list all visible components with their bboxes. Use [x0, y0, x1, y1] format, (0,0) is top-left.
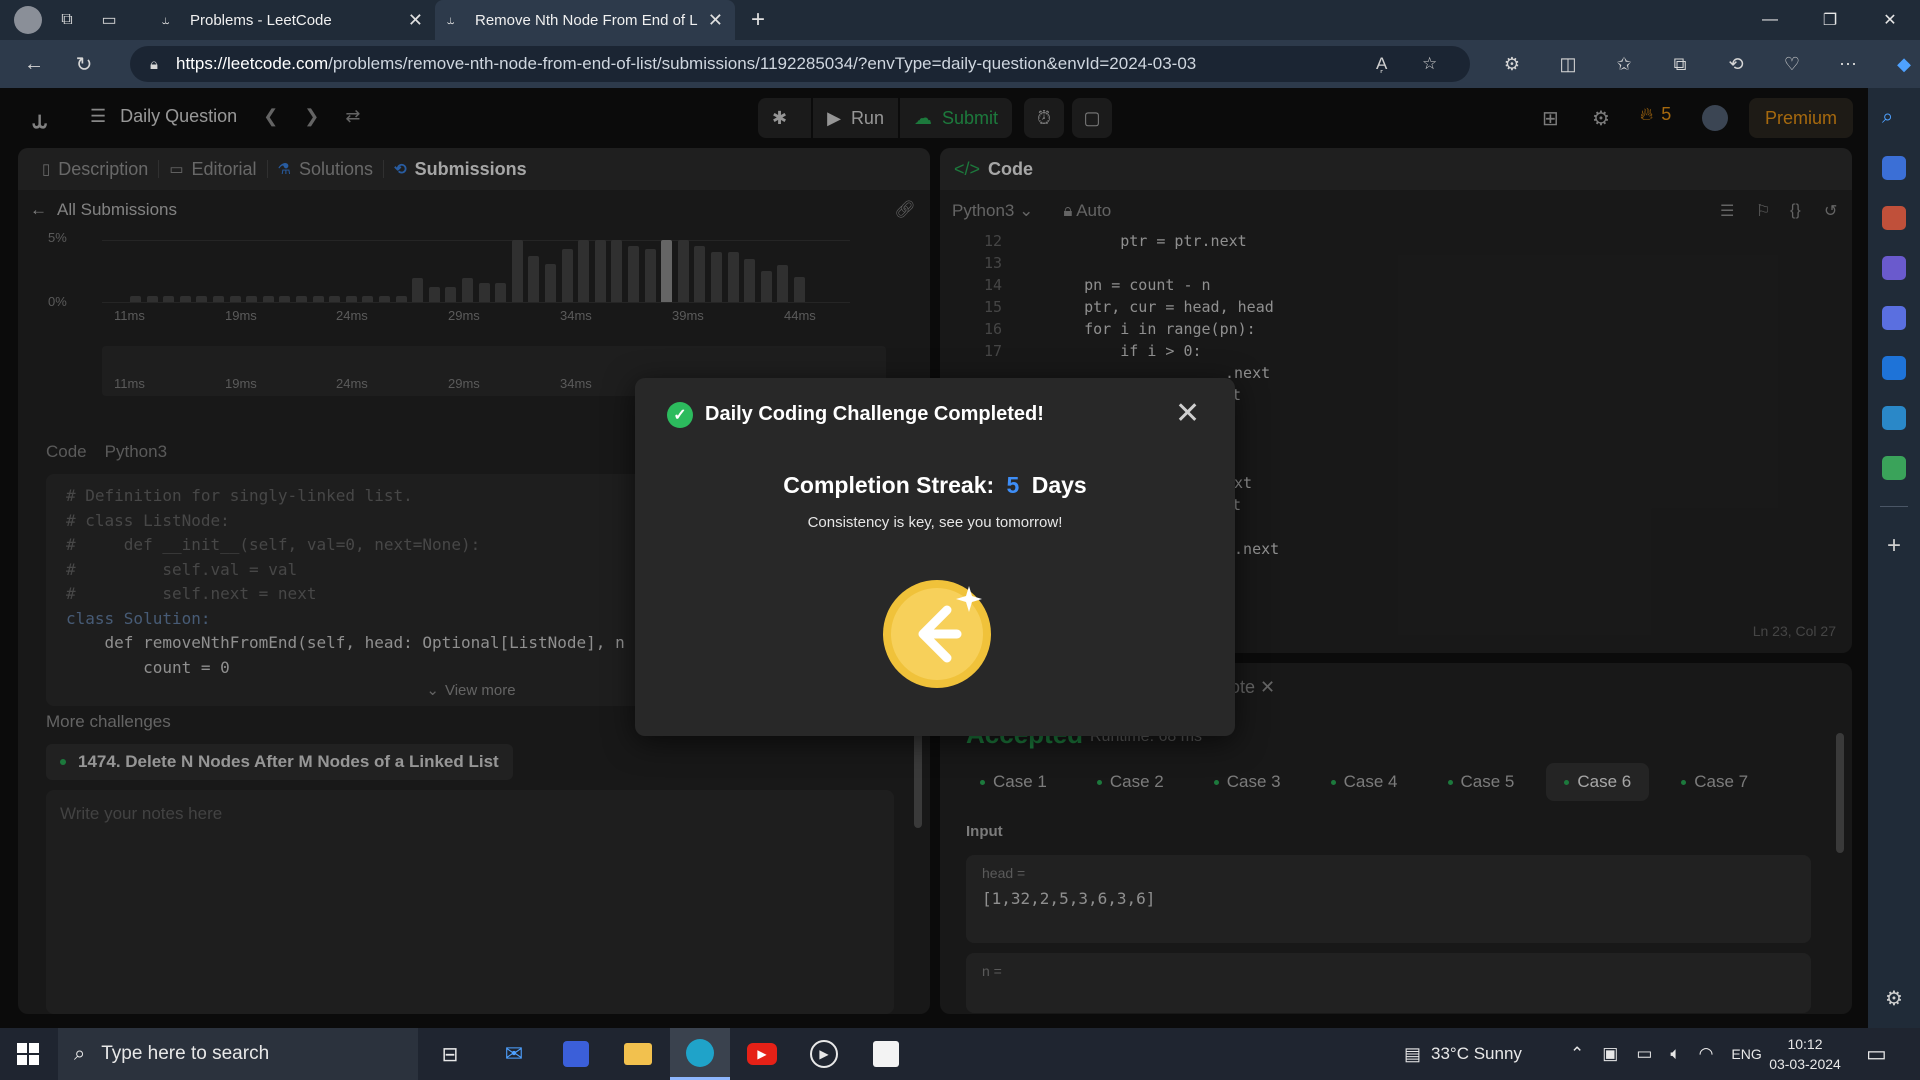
media-player-icon[interactable]: ▶ [794, 1028, 854, 1080]
clock-time: 10:12 [1787, 1036, 1823, 1052]
close-tab-icon[interactable]: ✕ [408, 10, 423, 31]
language-indicator[interactable]: ENG [1731, 1046, 1761, 1062]
more-menu-icon[interactable]: ⋯ [1820, 54, 1876, 75]
task-view-icon[interactable]: ⊟ [420, 1028, 480, 1080]
edge-browser-icon[interactable] [670, 1028, 730, 1080]
games-icon[interactable] [1882, 256, 1906, 280]
weather-icon: ▤ [1404, 1043, 1422, 1064]
battery-icon[interactable]: ▭ [1636, 1044, 1652, 1064]
copilot-icon[interactable]: ◆ [1876, 54, 1920, 75]
edge-sidebar: ⌕ + ⚙ [1868, 88, 1920, 1028]
streak-text: Completion Streak: 5 Days [635, 472, 1235, 499]
read-aloud-icon[interactable]: A᷊ [1376, 54, 1387, 74]
sidebar-divider [1880, 506, 1908, 507]
new-tab-button[interactable]: + [751, 6, 765, 34]
leetcode-coin-icon [883, 580, 991, 688]
notification-icon[interactable]: ▭ [1866, 1028, 1887, 1080]
send-icon[interactable] [1882, 406, 1906, 430]
address-toolbar: ← ↻ 🔒︎ https://leetcode.com/problems/rem… [0, 40, 1920, 88]
tree-icon[interactable] [1882, 456, 1906, 480]
system-tray: ⌃ ▣ ▭ 🔈︎ ◠ ENG [1570, 1028, 1762, 1080]
collections-icon[interactable]: ⧉ [1652, 54, 1708, 75]
split-screen-icon[interactable]: ◫ [1540, 54, 1596, 75]
settings-gear-icon[interactable]: ⚙ [1882, 986, 1906, 1010]
wifi-icon[interactable]: ◠ [1699, 1044, 1714, 1064]
shopping-icon[interactable] [1882, 156, 1906, 180]
weather-text: 33°C Sunny [1431, 1044, 1522, 1063]
chevron-up-icon[interactable]: ⌃ [1570, 1044, 1584, 1064]
tab-actions-icon[interactable]: ▭ [92, 3, 126, 37]
windows-start-icon[interactable] [0, 1028, 56, 1080]
streak-label: Completion Streak: [783, 472, 995, 498]
close-window-button[interactable]: ✕ [1860, 0, 1920, 40]
streak-unit: Days [1031, 472, 1087, 498]
taskbar-search[interactable]: ⌕ Type here to search [58, 1028, 418, 1080]
visual-studio-icon[interactable] [546, 1028, 606, 1080]
workspaces-icon[interactable]: ⧉ [50, 3, 84, 37]
tools-icon[interactable] [1882, 206, 1906, 230]
close-tab-icon[interactable]: ✕ [708, 10, 723, 31]
profile-avatar[interactable] [14, 6, 42, 34]
add-icon[interactable]: + [1882, 532, 1906, 559]
clock[interactable]: 10:12 03-03-2024 [1760, 1034, 1850, 1074]
extensions-icon[interactable]: ⚙︎ [1484, 54, 1540, 75]
check-circle-icon: ✓ [667, 402, 693, 428]
weather-widget[interactable]: ▤ 33°C Sunny [1404, 1028, 1522, 1080]
performance-icon[interactable]: ♡ [1764, 54, 1820, 75]
challenge-completed-dialog: ✓ Daily Coding Challenge Completed! ✕ Co… [635, 378, 1235, 736]
security-icon[interactable]: ▣ [1602, 1044, 1618, 1064]
search-placeholder: Type here to search [101, 1043, 270, 1064]
url-field[interactable]: 🔒︎ https://leetcode.com/problems/remove-… [130, 46, 1470, 82]
back-icon[interactable]: ← [14, 46, 54, 82]
tab-label: Problems - LeetCode [190, 11, 332, 29]
leetcode-favicon-icon: ⥿ [447, 12, 455, 27]
browser-tab-bar: ⧉ ▭ ⥿ Problems - LeetCode ✕ ⥿ Remove Nth… [0, 0, 1920, 40]
search-icon: ⌕ [74, 1042, 86, 1065]
tab-label: Remove Nth Node From End of L [475, 11, 698, 29]
leetcode-favicon-icon: ⥿ [162, 12, 170, 27]
tab-remove-nth-node[interactable]: ⥿ Remove Nth Node From End of L ✕ [435, 0, 735, 40]
youtube-icon[interactable]: ▶ [732, 1028, 792, 1080]
clock-date: 03-03-2024 [1769, 1056, 1841, 1072]
file-explorer-icon[interactable] [608, 1028, 668, 1080]
url-host: https://leetcode.com [175, 54, 329, 73]
mail-icon[interactable]: ✉ [484, 1028, 544, 1080]
dialog-subtitle: Consistency is key, see you tomorrow! [807, 514, 1063, 531]
windows-taskbar: ⌕ Type here to search ⊟ ✉ ▶ ▶ ▤ 33°C Sunn… [0, 1028, 1920, 1080]
favorite-star-icon[interactable]: ☆ [1422, 54, 1437, 74]
browser-tools: ⚙︎ ◫ ✩ ⧉ ⟲ ♡ ⋯ ◆ [1484, 40, 1920, 88]
history-icon[interactable]: ⟲ [1708, 54, 1764, 75]
window-controls: — ❐ ✕ [1740, 0, 1920, 40]
close-icon[interactable]: ✕ [1175, 396, 1200, 431]
favorites-icon[interactable]: ✩ [1596, 54, 1652, 75]
microsoft-store-icon[interactable] [856, 1028, 916, 1080]
minimize-button[interactable]: — [1740, 0, 1800, 40]
search-icon[interactable]: ⌕ [1882, 106, 1906, 130]
outlook-icon[interactable] [1882, 356, 1906, 380]
volume-icon[interactable]: 🔈︎ [1670, 1044, 1680, 1064]
tab-problems[interactable]: ⥿ Problems - LeetCode ✕ [150, 0, 435, 40]
refresh-icon[interactable]: ↻ [64, 46, 104, 82]
streak-value: 5 [1006, 472, 1020, 498]
url-path: /problems/remove-nth-node-from-end-of-li… [328, 54, 1197, 73]
dialog-title: Daily Coding Challenge Completed! [705, 403, 1044, 425]
microsoft365-icon[interactable] [1882, 306, 1906, 330]
restore-button[interactable]: ❐ [1800, 0, 1860, 40]
lock-icon: 🔒︎ [150, 55, 158, 73]
